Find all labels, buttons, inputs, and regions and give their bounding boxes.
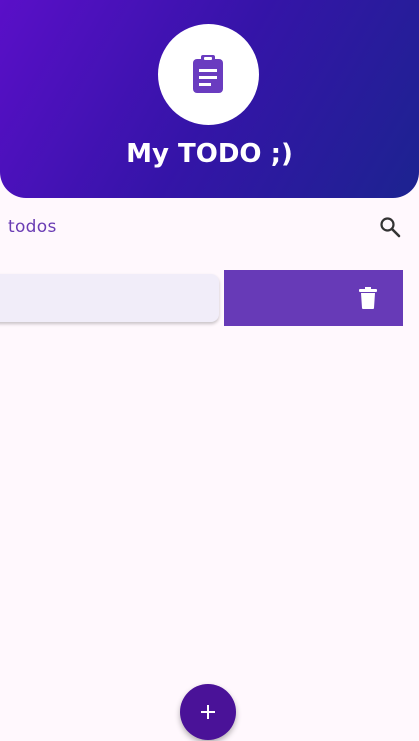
- app-logo: [158, 24, 259, 125]
- search-icon: [380, 217, 401, 238]
- add-icon: [201, 705, 215, 719]
- page-title: My TODO ;): [126, 139, 293, 169]
- add-todo-button[interactable]: [180, 684, 236, 740]
- trash-icon[interactable]: [359, 287, 377, 309]
- clipboard-icon: [193, 55, 223, 93]
- app-header: My TODO ;): [0, 0, 419, 198]
- search-button[interactable]: [375, 212, 405, 242]
- todo-list-item[interactable]: [0, 274, 219, 322]
- section-title: todos: [8, 217, 57, 237]
- swipe-delete-action[interactable]: [224, 270, 403, 326]
